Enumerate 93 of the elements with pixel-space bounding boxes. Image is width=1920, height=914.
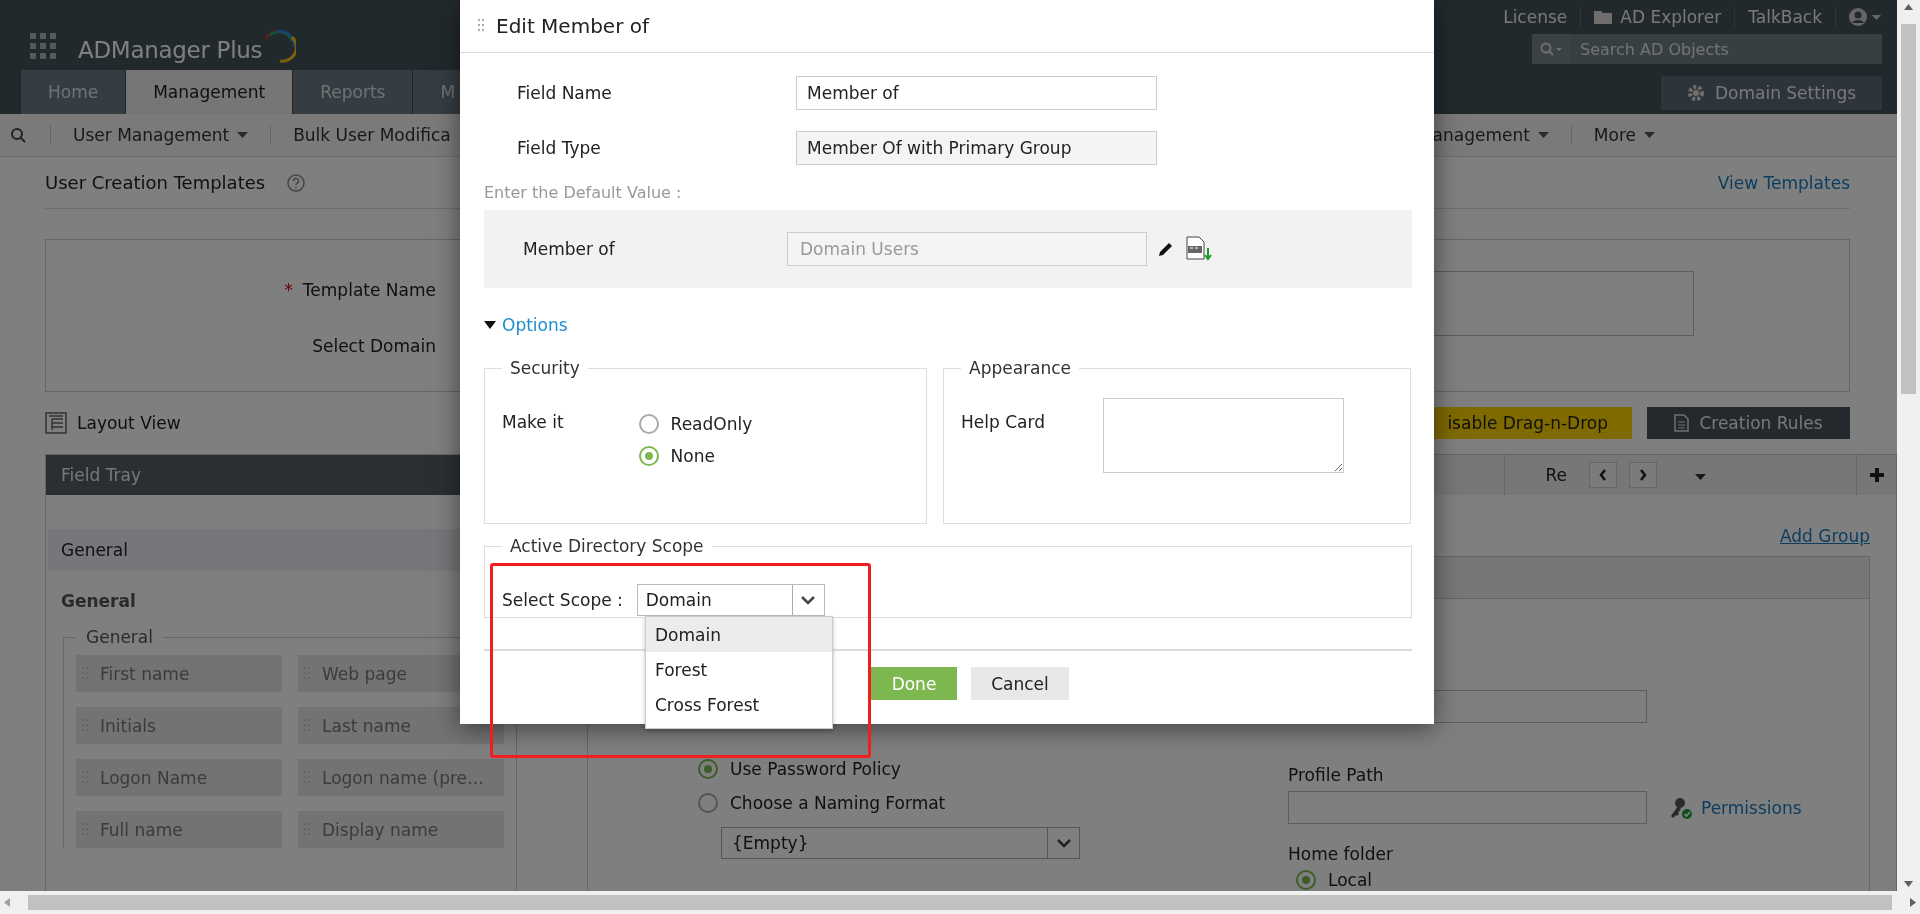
- dialog-title: Edit Member of: [496, 14, 649, 38]
- field-name-input[interactable]: Member of: [796, 75, 1157, 110]
- nav-tab[interactable]: Management: [126, 70, 294, 114]
- radio-button[interactable]: [1296, 870, 1316, 890]
- caret-icon: [1644, 132, 1655, 138]
- fieldset-legend: Appearance: [961, 358, 1080, 378]
- input-field[interactable]: [1288, 791, 1647, 824]
- sub-nav-item[interactable]: anagement: [1410, 125, 1571, 145]
- scope-select[interactable]: Domain: [636, 584, 825, 616]
- radio-button[interactable]: [698, 759, 718, 779]
- field-label: Profile Path: [1288, 765, 1385, 785]
- form-label: Select Domain: [312, 336, 436, 356]
- user-menu-icon[interactable]: [1848, 7, 1882, 27]
- radio-button[interactable]: [698, 793, 718, 813]
- field-label: Select Scope :: [502, 590, 623, 610]
- field-chip[interactable]: Display name: [298, 811, 504, 848]
- naming-format-select[interactable]: {Empty}: [721, 827, 1080, 859]
- dropdown-option[interactable]: Domain: [646, 617, 832, 652]
- chevron-down-icon: [801, 595, 816, 605]
- view-templates-link[interactable]: View Templates: [1717, 172, 1850, 193]
- fieldset-legend: General: [76, 627, 163, 647]
- csv-file-icon[interactable]: [1185, 236, 1213, 262]
- header-link[interactable]: TalkBack: [1735, 6, 1836, 28]
- search-icon[interactable]: [10, 127, 28, 143]
- previous-button[interactable]: [1589, 462, 1617, 488]
- chevron-right-icon: [1639, 469, 1647, 481]
- layout-view-label: Layout View: [77, 413, 181, 433]
- cancel-button[interactable]: Cancel: [971, 667, 1069, 700]
- help-icon[interactable]: [287, 173, 306, 192]
- folder-icon: [1594, 10, 1613, 24]
- field-label: Make it: [502, 412, 564, 434]
- domain-settings-button[interactable]: Domain Settings: [1661, 76, 1882, 110]
- radio-option[interactable]: None: [638, 446, 753, 466]
- document-icon: [1674, 414, 1690, 432]
- header-link[interactable]: AD Explorer: [1581, 6, 1736, 28]
- scroll-up-icon[interactable]: [1904, 4, 1913, 10]
- caret-icon: [1537, 132, 1549, 138]
- radio-button[interactable]: [638, 414, 659, 434]
- chevron-left-icon: [1599, 469, 1607, 481]
- scroll-left-icon[interactable]: [4, 898, 10, 907]
- key-icon: [1669, 795, 1693, 820]
- pencil-icon[interactable]: [1157, 240, 1175, 258]
- done-button[interactable]: Done: [871, 667, 957, 700]
- horizontal-scrollbar[interactable]: [0, 891, 1920, 914]
- layout-icon[interactable]: [45, 412, 67, 434]
- caret-icon: [237, 132, 249, 138]
- add-group-link[interactable]: Add Group: [1779, 526, 1870, 546]
- radio-option[interactable]: Use Password Policy: [698, 759, 1288, 779]
- field-chip[interactable]: Initials: [76, 707, 282, 744]
- creation-rules-button[interactable]: Creation Rules: [1647, 407, 1850, 439]
- next-button[interactable]: [1629, 462, 1657, 488]
- description-textarea[interactable]: [1431, 271, 1694, 336]
- page-title: User Creation Templates: [45, 172, 266, 193]
- search-icon: [1540, 42, 1562, 56]
- field-chip[interactable]: Logon name (pre…: [298, 759, 504, 796]
- field-chip[interactable]: First name: [76, 655, 282, 692]
- section-label: Enter the Default Value :: [484, 183, 683, 202]
- field-chip[interactable]: Full name: [76, 811, 282, 848]
- scroll-right-icon[interactable]: [1910, 898, 1916, 907]
- sub-nav-item[interactable]: More: [1570, 125, 1677, 145]
- apps-grid-icon[interactable]: [30, 33, 56, 59]
- help-card-textarea[interactable]: [1102, 398, 1344, 473]
- chevron-down-icon: [1056, 838, 1071, 848]
- expand-triangle-icon: [484, 321, 496, 329]
- field-label: Home folder: [1288, 844, 1394, 864]
- field-chip[interactable]: Logon Name: [76, 759, 282, 796]
- radio-option[interactable]: ReadOnly: [638, 414, 753, 434]
- options-toggle[interactable]: Options: [484, 312, 1412, 338]
- plus-icon[interactable]: [1869, 468, 1884, 482]
- field-label: Field Type: [517, 137, 602, 158]
- dropdown-option[interactable]: Cross Forest: [646, 687, 832, 722]
- field-label: Field Name: [517, 82, 613, 103]
- caret-icon: [1695, 474, 1706, 480]
- field-type-input[interactable]: Member Of with Primary Group: [796, 130, 1157, 165]
- default-value-input[interactable]: Domain Users: [787, 232, 1147, 266]
- logo-swoosh-icon: [262, 29, 297, 63]
- dropdown-option[interactable]: Forest: [646, 652, 832, 687]
- radio-option[interactable]: Choose a Naming Format: [698, 793, 1288, 813]
- permissions-link[interactable]: Permissions: [1669, 795, 1802, 820]
- drag-handle-icon: [478, 19, 484, 33]
- header-link[interactable]: License: [1490, 6, 1582, 28]
- app-logo: ADManager Plus: [78, 37, 263, 63]
- field-label: Help Card: [961, 412, 1045, 434]
- scroll-down-icon[interactable]: [1904, 881, 1913, 887]
- field-label: Member of: [523, 239, 616, 259]
- form-label: Template Name: [302, 280, 436, 300]
- required-marker: *: [284, 280, 293, 300]
- layout-tab[interactable]: Re: [1504, 455, 1577, 495]
- settings-icon: [1686, 84, 1705, 102]
- fieldset-legend: Security: [502, 358, 588, 378]
- vertical-scrollbar[interactable]: [1897, 0, 1920, 891]
- sub-nav-item[interactable]: User Management: [50, 125, 271, 145]
- radio-button[interactable]: [638, 446, 659, 466]
